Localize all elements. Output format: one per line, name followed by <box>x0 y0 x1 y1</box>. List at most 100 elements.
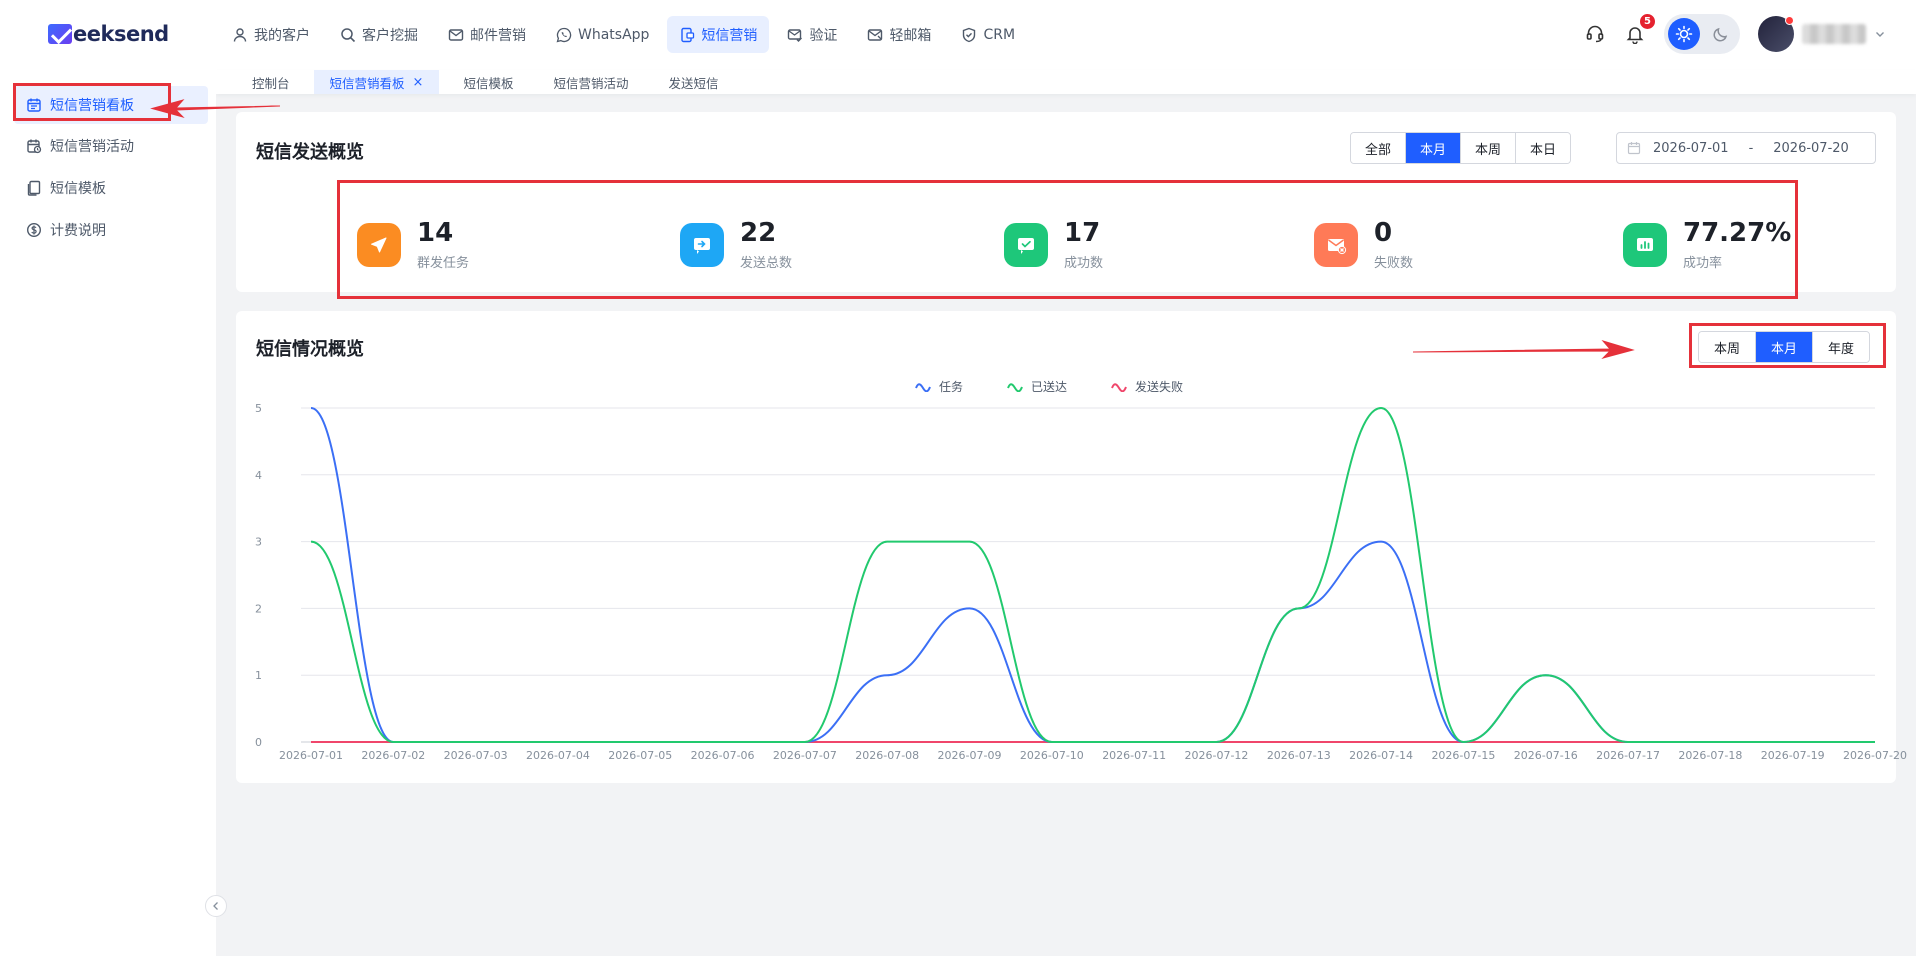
stat-mass-tasks: 14 群发任务 <box>357 218 469 271</box>
range-all-button[interactable]: 全部 <box>1351 133 1407 163</box>
support-button[interactable] <box>1584 23 1606 45</box>
nav-label: WhatsApp <box>578 26 650 43</box>
legend-label: 已送达 <box>1031 380 1068 394</box>
stat-success-rate: 77.27% 成功率 <box>1623 218 1791 271</box>
sidebar-item-sms-templates[interactable]: 短信模板 <box>14 169 208 207</box>
light-mode-button[interactable] <box>1668 18 1700 50</box>
headset-icon <box>1586 25 1604 43</box>
shield-icon <box>963 27 976 42</box>
main-nav: 我的客户 客户挖掘 邮件营销 WhatsApp 短信营销 验证 轻邮箱 CRM <box>220 16 1027 53</box>
user-menu[interactable] <box>1758 16 1886 52</box>
nav-item-whatsapp[interactable]: WhatsApp <box>544 16 661 53</box>
date-start[interactable]: 2026-07-01 <box>1653 141 1729 156</box>
sidebar-collapse-button[interactable] <box>205 895 227 917</box>
chart-legend: 任务 已送达 发送失败 <box>915 378 1183 395</box>
stat-label: 失败数 <box>1374 256 1414 271</box>
legend-label: 任务 <box>939 380 964 394</box>
legend-item-failed[interactable]: 发送失败 <box>1111 378 1183 395</box>
sun-icon <box>1675 25 1693 43</box>
stat-value: 14 <box>417 218 454 248</box>
nav-item-mining[interactable]: 客户挖掘 <box>328 16 430 53</box>
stat-total-sent: 22 发送总数 <box>680 218 792 271</box>
tab-label: 短信营销活动 <box>553 75 629 91</box>
nav-label: 短信营销 <box>701 27 758 44</box>
range-day-button[interactable]: 本日 <box>1516 133 1571 163</box>
user-icon <box>233 27 247 42</box>
send-icon <box>357 222 401 267</box>
tab-label: 发送短信 <box>668 75 719 91</box>
stat-value: 0 <box>1374 218 1393 248</box>
sidebar-item-sms-dashboard[interactable]: 短信营销看板 <box>14 86 208 124</box>
sidebar-item-label: 短信营销看板 <box>50 98 134 114</box>
legend-item-tasks[interactable]: 任务 <box>915 378 963 395</box>
date-range-picker[interactable]: 2026-07-01 - 2026-07-20 <box>1616 132 1876 164</box>
chart-range-year-button[interactable]: 年度 <box>1813 332 1870 362</box>
nav-item-sms-marketing[interactable]: 短信营销 <box>667 16 770 53</box>
stat-fail-count: 0 失败数 <box>1314 218 1413 271</box>
sidebar-item-sms-campaigns[interactable]: 短信营销活动 <box>14 127 208 165</box>
date-end[interactable]: 2026-07-20 <box>1773 141 1849 156</box>
bar-chart-icon <box>1623 222 1667 267</box>
moon-icon <box>1713 27 1728 42</box>
forward-icon <box>680 222 724 267</box>
nav-label: 轻邮箱 <box>889 27 932 44</box>
stat-success-count: 17 成功数 <box>1004 218 1103 271</box>
legend-label: 发送失败 <box>1135 380 1184 394</box>
tab-sms-dashboard[interactable]: 短信营销看板 × <box>313 70 440 94</box>
stat-value: 77.27% <box>1683 218 1792 248</box>
sms-icon <box>681 27 695 42</box>
calendar-clock-icon <box>27 139 42 154</box>
chevron-left-icon <box>213 902 218 910</box>
tab-sms-templates[interactable]: 短信模板 <box>447 70 529 94</box>
overview-range-selector: 全部 本月 本周 本日 <box>1350 132 1572 164</box>
fail-mail-icon <box>1314 222 1358 267</box>
legend-line-icon <box>1007 382 1023 392</box>
search-icon <box>341 27 356 42</box>
stat-label: 成功数 <box>1064 256 1104 271</box>
sidebar-item-label: 短信模板 <box>50 181 106 197</box>
stat-label: 发送总数 <box>740 256 793 271</box>
theme-toggle[interactable] <box>1664 14 1740 54</box>
calendar-icon <box>1627 142 1641 155</box>
nav-label: CRM <box>983 26 1016 43</box>
sidebar-item-billing[interactable]: 计费说明 <box>14 211 208 249</box>
tab-label: 短信营销看板 <box>329 75 405 91</box>
date-separator: - <box>1748 140 1754 156</box>
avatar[interactable] <box>1758 16 1794 52</box>
tab-sms-campaigns[interactable]: 短信营销活动 <box>537 70 644 94</box>
whatsapp-icon <box>556 27 572 42</box>
dollar-icon <box>26 222 42 238</box>
range-month-button[interactable]: 本月 <box>1406 133 1462 163</box>
range-week-button[interactable]: 本周 <box>1461 133 1517 163</box>
user-name-redacted <box>1802 24 1866 44</box>
legend-item-delivered[interactable]: 已送达 <box>1007 378 1067 395</box>
nav-item-crm[interactable]: CRM <box>949 16 1027 53</box>
dark-mode-button[interactable] <box>1710 23 1732 45</box>
logo-mark-icon <box>48 24 72 44</box>
chart-range-month-button[interactable]: 本月 <box>1756 332 1814 362</box>
chart-range-week-button[interactable]: 本周 <box>1699 332 1757 362</box>
stat-value: 22 <box>740 218 777 248</box>
legend-line-icon <box>1111 382 1127 392</box>
logo[interactable]: eeksend <box>48 22 169 46</box>
nav-item-email-marketing[interactable]: 邮件营销 <box>436 16 538 53</box>
tab-send-sms[interactable]: 发送短信 <box>652 70 734 94</box>
mail-icon <box>448 28 464 41</box>
nav-item-light-mailbox[interactable]: 轻邮箱 <box>855 16 943 53</box>
calendar-icon <box>27 98 41 112</box>
tab-label: 控制台 <box>252 75 290 91</box>
chevron-down-icon <box>1876 32 1884 37</box>
tab-console[interactable]: 控制台 <box>236 70 306 94</box>
card-title: 短信情况概览 <box>256 339 364 360</box>
legend-line-icon <box>915 382 931 392</box>
nav-label: 验证 <box>809 27 838 44</box>
nav-label: 邮件营销 <box>470 27 526 44</box>
notifications-button[interactable]: 5 <box>1624 14 1655 45</box>
close-icon[interactable]: × <box>413 75 424 90</box>
stat-label: 成功率 <box>1683 256 1723 271</box>
verify-mail-icon <box>788 28 803 42</box>
nav-item-verify[interactable]: 验证 <box>775 16 849 53</box>
chart-range-selector: 本周 本月 年度 <box>1698 331 1871 363</box>
nav-item-customers[interactable]: 我的客户 <box>220 16 322 53</box>
nav-label: 客户挖掘 <box>362 27 418 44</box>
